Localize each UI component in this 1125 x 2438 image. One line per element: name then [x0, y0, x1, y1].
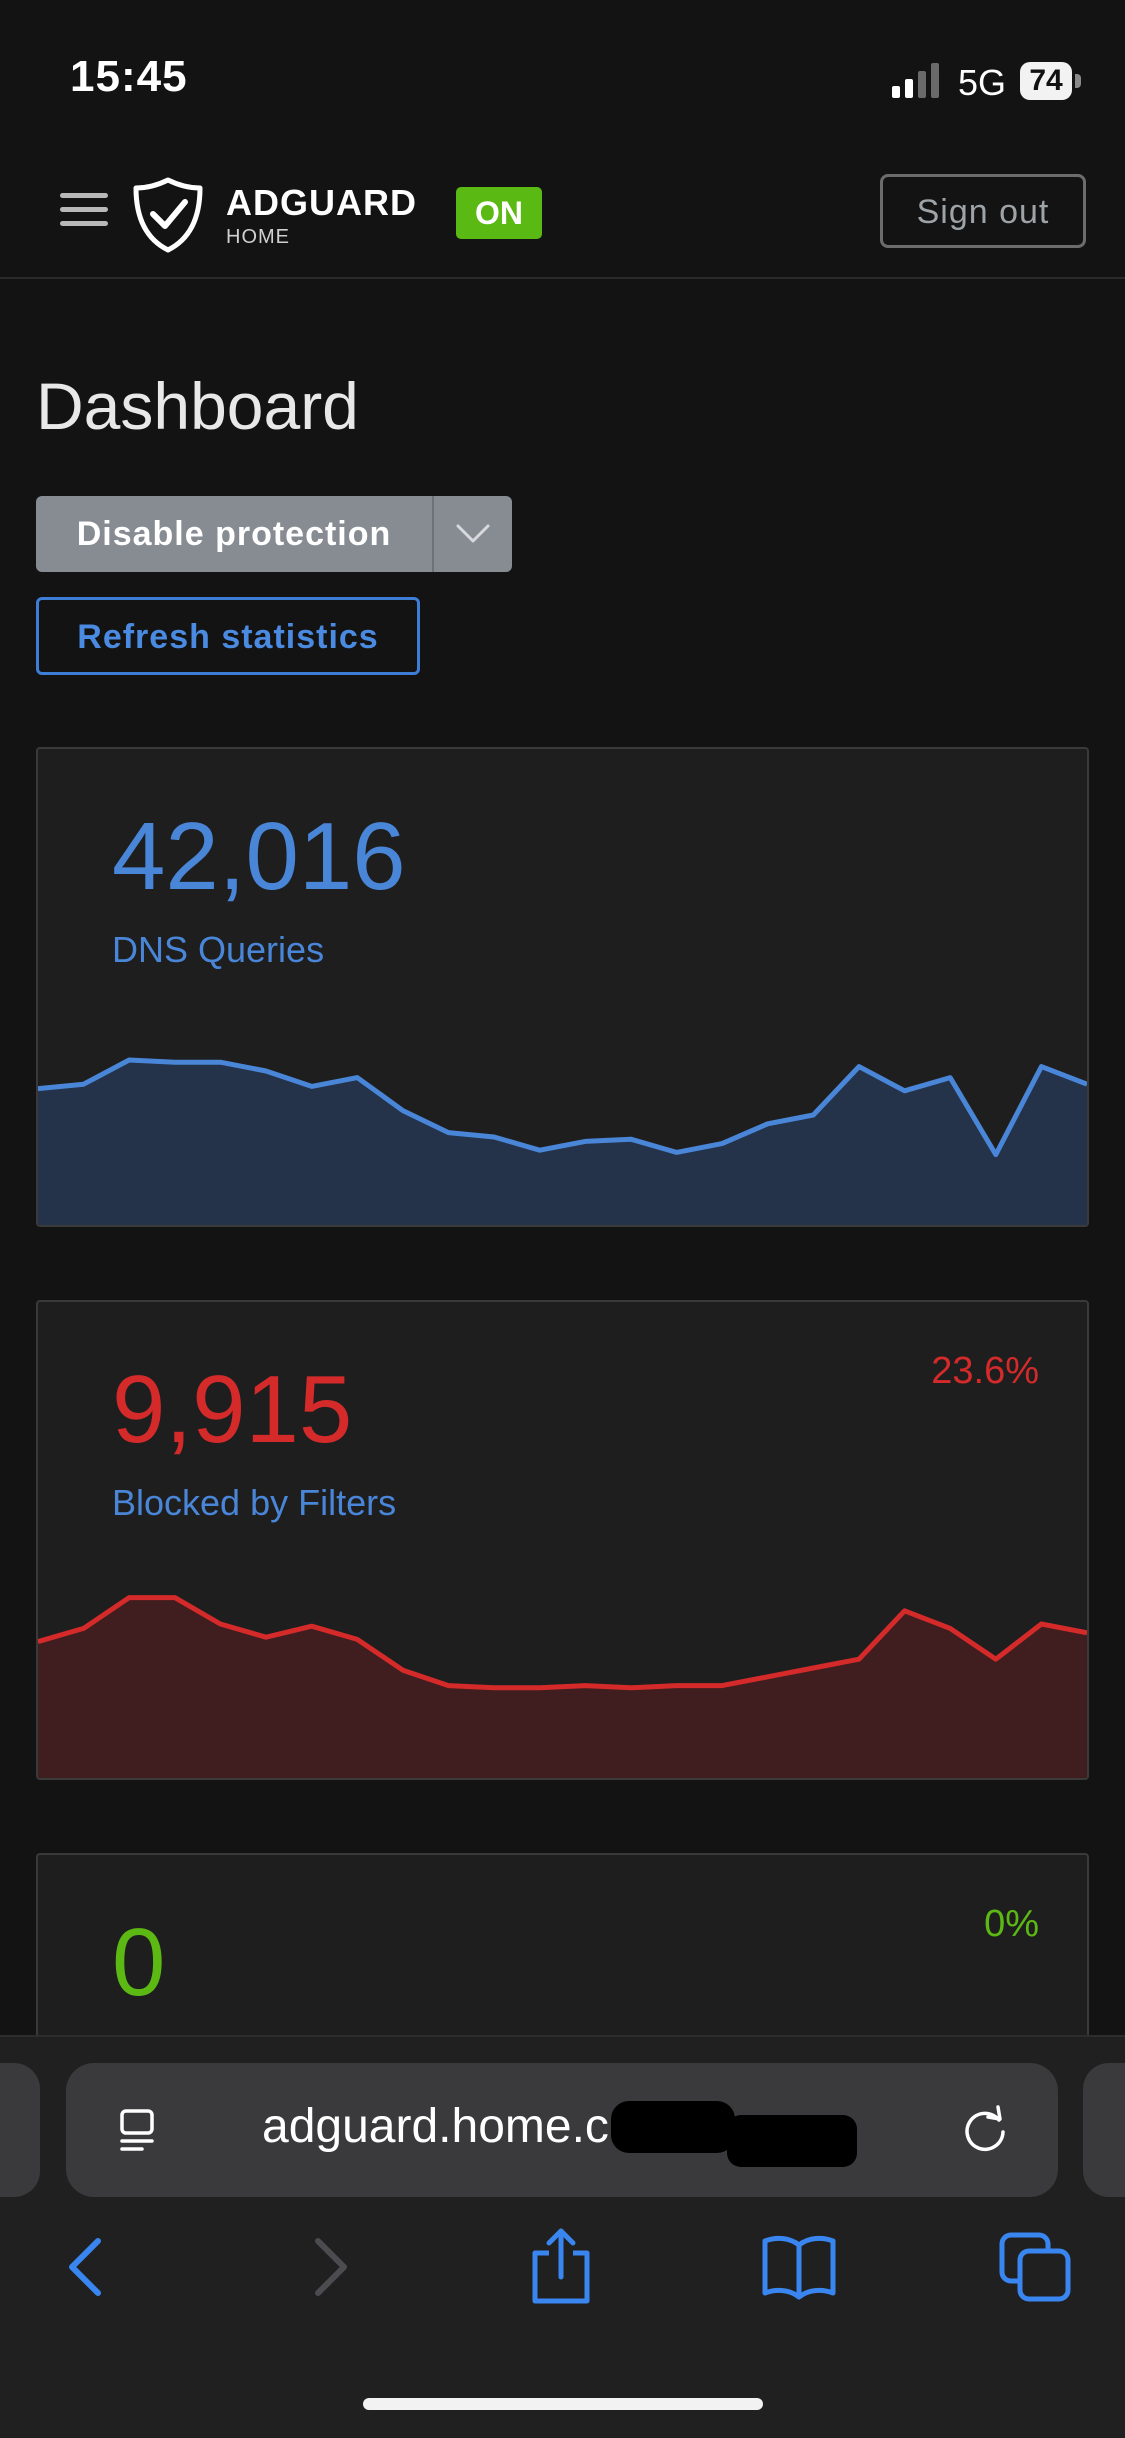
chart-point: [721, 1143, 723, 1145]
dns-queries-chart: [38, 1057, 1087, 1225]
back-arrow-icon[interactable]: [46, 2227, 126, 2307]
chart-point: [447, 1685, 449, 1687]
third-percent: 0%: [984, 1903, 1039, 1945]
chart-point: [676, 1151, 678, 1153]
chart-point: [356, 1638, 358, 1640]
chart-point: [949, 1077, 951, 1079]
address-bar[interactable]: adguard.home.c: [66, 2063, 1058, 2197]
brand[interactable]: ADGUARD HOME: [226, 182, 417, 249]
chart-point: [995, 1658, 997, 1660]
chart-point: [584, 1140, 586, 1142]
sign-out-button[interactable]: Sign out: [880, 174, 1086, 248]
blocked-value: 9,915: [112, 1356, 353, 1463]
chart-point: [493, 1136, 495, 1138]
chart-point: [539, 1687, 541, 1689]
redaction: [611, 2101, 735, 2153]
chart-point: [584, 1685, 586, 1687]
chart-point: [676, 1685, 678, 1687]
chart-point: [219, 1623, 221, 1625]
chart-point: [265, 1636, 267, 1638]
cellular-signal-icon: [892, 63, 939, 98]
chart-point: [493, 1687, 495, 1689]
disable-protection-button-group: Disable protection: [36, 496, 512, 572]
dns-queries-label: DNS Queries: [112, 929, 325, 970]
blocked-by-filters-card: 23.6% 9,915 Blocked by Filters: [36, 1300, 1089, 1780]
chart-point: [812, 1114, 814, 1116]
chart-point: [949, 1627, 951, 1629]
chart-point: [447, 1132, 449, 1134]
chart-point: [83, 1627, 85, 1629]
chart-point: [767, 1676, 769, 1678]
chart-point: [858, 1658, 860, 1660]
chart-point: [812, 1667, 814, 1669]
blocked-label: Blocked by Filters: [112, 1482, 397, 1523]
protection-status-badge: ON: [456, 187, 542, 239]
forward-arrow-icon[interactable]: [290, 2227, 370, 2307]
chart-point: [311, 1625, 313, 1627]
refresh-statistics-button[interactable]: Refresh statistics: [36, 597, 420, 675]
dns-queries-card: 42,016 DNS Queries: [36, 747, 1089, 1227]
battery-icon: 74: [1020, 62, 1081, 100]
browser-toolbar: [0, 2227, 1125, 2317]
chart-point: [219, 1061, 221, 1063]
chart-point: [904, 1610, 906, 1612]
chart-point: [128, 1059, 130, 1061]
app-header: ADGUARD HOME ON Sign out: [0, 150, 1125, 279]
brand-name: ADGUARD: [226, 182, 417, 223]
chart-point: [539, 1149, 541, 1151]
chart-point: [83, 1083, 85, 1085]
brand-subtitle: HOME: [226, 226, 290, 248]
home-indicator: [363, 2398, 763, 2410]
network-type: 5G: [958, 62, 1007, 103]
chart-point: [1040, 1623, 1042, 1625]
chart-point: [356, 1077, 358, 1079]
chart-point: [311, 1085, 313, 1087]
chart-point: [858, 1066, 860, 1068]
bookmarks-icon[interactable]: [759, 2227, 839, 2307]
chart-point: [402, 1110, 404, 1112]
hamburger-icon[interactable]: [60, 190, 108, 230]
blocked-by-filters-chart: [38, 1595, 1087, 1778]
dns-queries-value: 42,016: [112, 803, 406, 910]
chart-point: [128, 1597, 130, 1599]
chart-point: [402, 1669, 404, 1671]
chart-point: [630, 1138, 632, 1140]
browser-bottom-bar: adguard.home.c: [0, 2035, 1125, 2438]
chart-point: [1040, 1066, 1042, 1068]
chart-point: [767, 1123, 769, 1125]
adguard-shield-icon[interactable]: [128, 174, 208, 254]
share-icon[interactable]: [521, 2227, 601, 2307]
blocked-percent: 23.6%: [931, 1350, 1039, 1392]
chart-point: [265, 1070, 267, 1072]
disable-protection-button[interactable]: Disable protection: [36, 496, 432, 572]
chart-point: [174, 1597, 176, 1599]
page-title: Dashboard: [36, 369, 359, 443]
battery-level: 74: [1020, 62, 1072, 100]
status-bar: 15:45 5G 74: [0, 0, 1125, 150]
tabs-icon[interactable]: [996, 2227, 1076, 2307]
redaction: [727, 2115, 857, 2167]
previous-tab-peek[interactable]: [0, 2063, 40, 2197]
url-text[interactable]: adguard.home.c: [262, 2099, 609, 2154]
chevron-down-icon[interactable]: [434, 496, 512, 572]
reload-icon[interactable]: [958, 2103, 1012, 2157]
chart-point: [721, 1685, 723, 1687]
chart-point: [630, 1687, 632, 1689]
next-tab-peek[interactable]: [1083, 2063, 1125, 2197]
chart-point: [174, 1061, 176, 1063]
reader-icon[interactable]: [116, 2107, 164, 2155]
chart-point: [904, 1090, 906, 1092]
status-time: 15:45: [70, 52, 188, 101]
third-value: 0: [112, 1909, 166, 2016]
chart-point: [995, 1154, 997, 1156]
